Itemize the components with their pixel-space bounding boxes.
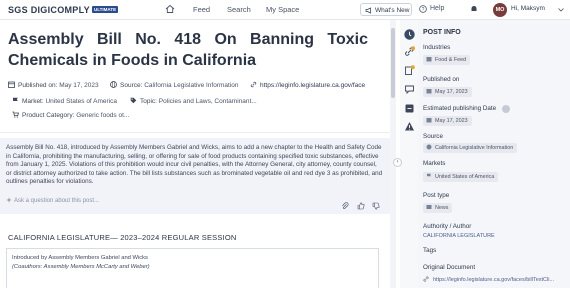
thumbs-down-icon[interactable] <box>372 202 380 210</box>
tag-icon <box>130 97 137 104</box>
estimated-date-label: Estimated publishing Date <box>423 105 497 112</box>
calendar-icon <box>8 81 15 88</box>
globe-icon <box>110 81 117 88</box>
post-content: Assembly Bill No. 418 On Banning Toxic C… <box>0 20 390 288</box>
calendar-icon <box>426 89 432 94</box>
published-chip: May 17, 2023 <box>423 87 472 97</box>
archive-icon[interactable] <box>404 103 415 114</box>
document-excerpt: Introduced by Assembly Members Gabriel a… <box>6 248 379 288</box>
market-chip: United States of America <box>423 172 499 182</box>
source-meta[interactable]: Source: California Legislative Informati… <box>110 81 239 89</box>
summary-actions <box>341 197 380 215</box>
documents-icon[interactable] <box>404 65 415 76</box>
flag-icon <box>427 173 431 179</box>
thumbs-up-icon[interactable] <box>357 202 365 210</box>
svg-text:?: ? <box>422 7 425 13</box>
published-meta: Published on: May 17, 2023 <box>8 81 99 89</box>
help-label: Help <box>430 5 445 12</box>
cart-icon <box>12 111 19 118</box>
chevron-down-icon[interactable] <box>558 8 564 12</box>
panel-icon-rail <box>400 20 418 288</box>
original-document-label: Original Document <box>423 264 476 271</box>
summary-text: Assembly Bill No. 418, introduced by Ass… <box>6 144 383 186</box>
markets-label: Markets <box>423 160 446 167</box>
doc-coauthors-line: (Coauthors: Assembly Members McCarty and… <box>12 264 150 270</box>
source-label: Source <box>423 133 443 140</box>
category-meta: Product Category: Generic foods ot... <box>12 111 129 119</box>
news-icon <box>426 205 432 209</box>
related-links-icon[interactable] <box>404 46 415 57</box>
attachment-icon[interactable] <box>341 202 349 210</box>
tags-label: Tags <box>423 247 437 254</box>
divider <box>0 132 390 133</box>
doc-intro-line: Introduced by Assembly Members Gabriel a… <box>12 255 148 261</box>
original-document-link[interactable]: https://leginfo.legislature.ca.gov/faces… <box>423 276 554 283</box>
post-info-panel: POST INFO Industries Food & Feed Publish… <box>418 20 570 288</box>
panel-title: POST INFO <box>423 29 461 36</box>
industry-chip: Food & Feed <box>423 55 471 65</box>
avatar[interactable]: MO <box>493 3 507 17</box>
sparkle-icon <box>6 197 12 203</box>
author-value[interactable]: CALIFORNIA LEGISLATURE <box>423 233 495 239</box>
published-label: Published on <box>423 76 460 83</box>
estimated-date-chip: May 17, 2023 <box>423 116 472 126</box>
ask-question-input[interactable]: Ask a question about this post... <box>14 198 99 204</box>
nav-feed[interactable]: Feed <box>193 5 210 14</box>
calendar-icon <box>426 118 432 123</box>
whats-new-button[interactable]: What's New <box>360 3 412 16</box>
home-icon[interactable] <box>165 4 175 14</box>
ai-summary-box: Assembly Bill No. 418, introduced by Ass… <box>0 138 390 214</box>
collapse-panel-button[interactable]: › <box>393 158 402 167</box>
globe-icon <box>426 144 432 150</box>
app-logo[interactable]: SGS DIGICOMPLY <box>8 5 90 15</box>
page-title: Assembly Bill No. 418 On Banning Toxic C… <box>8 31 368 69</box>
source-chip[interactable]: California Legislative Information <box>423 143 518 153</box>
legislature-heading: CALIFORNIA LEGISLATURE— 2023–2024 REGULA… <box>8 233 237 242</box>
topic-meta: Topic: Policies and Laws, Contaminant... <box>130 97 257 105</box>
url-meta[interactable]: https://leginfo.legislature.ca.gov/face <box>250 81 365 89</box>
whats-new-label: What's New <box>375 6 410 14</box>
megaphone-icon <box>365 6 371 14</box>
nav-search[interactable]: Search <box>227 5 251 14</box>
industries-label: Industries <box>423 44 451 51</box>
warning-icon[interactable] <box>404 121 415 132</box>
scrollbar-thumb[interactable] <box>391 28 395 98</box>
top-bar: SGS DIGICOMPLY ULTIMATE Feed Search My S… <box>0 0 570 20</box>
flag-icon <box>13 97 18 104</box>
post-type-chip: News <box>423 203 453 213</box>
plan-badge: ULTIMATE <box>92 6 119 13</box>
info-icon[interactable] <box>404 29 415 40</box>
market-meta: Market: United States of America <box>12 97 117 105</box>
link-icon <box>250 81 257 88</box>
bell-icon[interactable] <box>469 4 479 14</box>
nav-my-space[interactable]: My Space <box>266 5 299 14</box>
food-icon <box>426 57 432 62</box>
user-greeting[interactable]: Hi, Maksym <box>511 5 545 12</box>
post-type-label: Post type <box>423 192 450 199</box>
help-icon: ? <box>419 5 427 13</box>
link-icon <box>423 276 429 282</box>
comments-icon[interactable] <box>404 84 415 95</box>
info-tooltip-icon[interactable] <box>502 105 510 113</box>
author-label: Authority / Author <box>423 223 472 230</box>
